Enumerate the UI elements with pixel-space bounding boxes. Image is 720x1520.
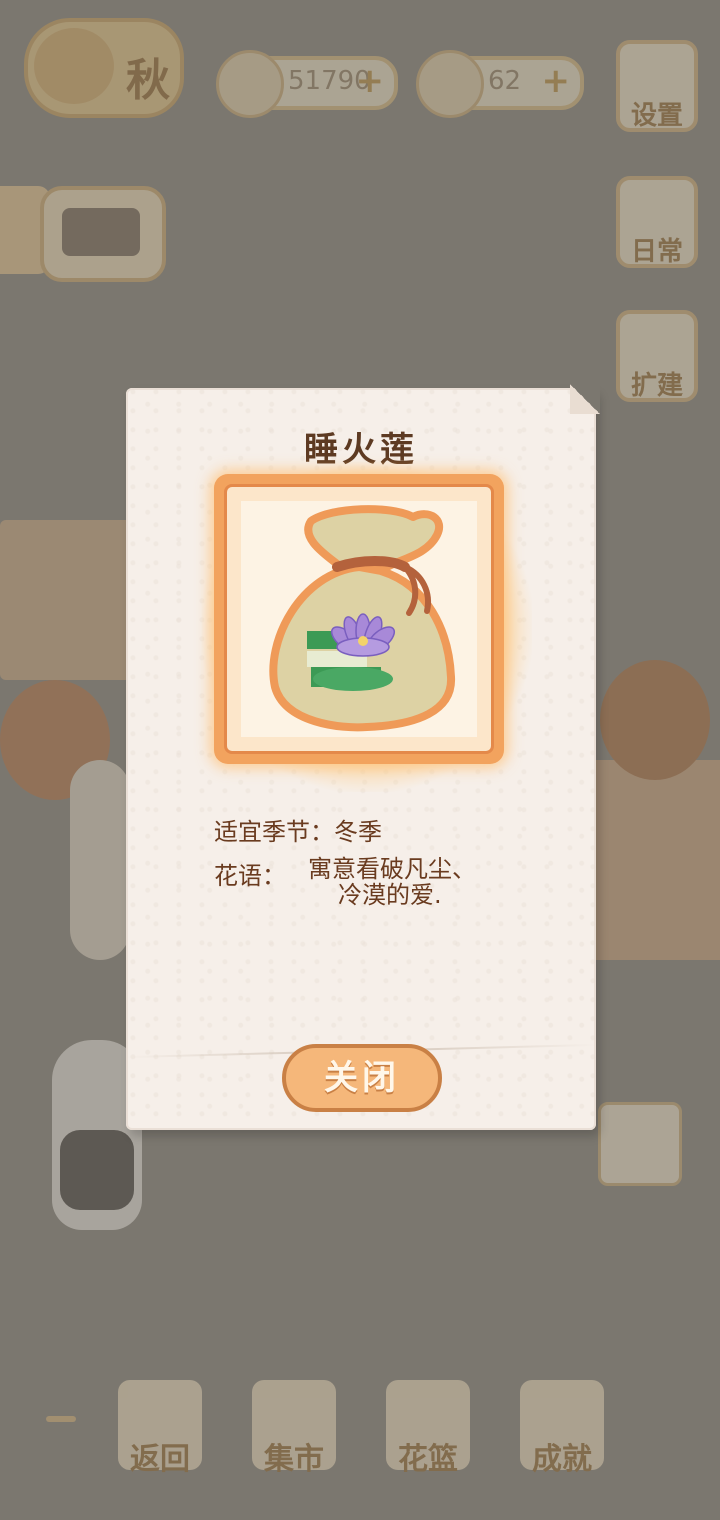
- flower-language-text: 寓意看破凡尘、 冷漠的爱.: [308, 856, 548, 908]
- suitable-season: 适宜季节：冬季: [214, 818, 382, 846]
- add-cheese-button[interactable]: +: [542, 64, 571, 98]
- currency-cheese-value: 62: [488, 66, 522, 96]
- add-fish-button[interactable]: +: [356, 64, 385, 98]
- expand-button[interactable]: 扩建: [616, 310, 698, 402]
- mouse-character: [70, 760, 130, 960]
- nav-back-label: 返回: [130, 1442, 190, 1477]
- frame-inner: [224, 484, 494, 754]
- expand-label: 扩建: [630, 371, 683, 401]
- season-badge[interactable]: 秋: [24, 18, 184, 118]
- fish-bone-icon: [216, 50, 284, 118]
- nav-market-label: 集市: [264, 1442, 324, 1477]
- paper-curl: [570, 384, 600, 414]
- seed-bag-image: [241, 501, 477, 737]
- nav-achievement[interactable]: 成就: [520, 1380, 604, 1477]
- flower-info-dialog: 睡火莲 适宜季节：冬季 花语： 寓意看破凡尘、 冷漠的爱. 关闭: [126, 384, 600, 1130]
- currency-cheese[interactable]: 62 +: [416, 50, 584, 118]
- nav-flower-basket-label: 花篮: [398, 1442, 458, 1477]
- cat-suit: [60, 1130, 134, 1210]
- daily-label: 日常: [630, 237, 683, 267]
- nav-collapse-handle[interactable]: [46, 1416, 76, 1422]
- cheese-icon: [416, 50, 484, 118]
- nav-achievement-label: 成就: [532, 1442, 592, 1477]
- settings-label: 设置: [630, 101, 683, 131]
- briefcase-icon: [62, 208, 140, 256]
- seed-bag-icon: [269, 505, 456, 732]
- flower-language-line2: 冷漠的爱.: [338, 881, 442, 909]
- currency-fish[interactable]: 51790 +: [216, 50, 398, 118]
- bottom-nav: 返回 集市 花篮 成就: [0, 1370, 720, 1480]
- flower-language-line1: 寓意看破凡尘、: [308, 855, 476, 883]
- map-button[interactable]: [598, 1102, 682, 1186]
- scene-house-right: [590, 760, 720, 960]
- flower-language-label: 花语：: [214, 862, 286, 890]
- bag-button[interactable]: [40, 186, 166, 282]
- nav-back[interactable]: 返回: [118, 1380, 202, 1477]
- scene-tree-right: [600, 660, 710, 780]
- nav-market[interactable]: 集市: [252, 1380, 336, 1477]
- daily-button[interactable]: 日常: [616, 176, 698, 268]
- nav-flower-basket[interactable]: 花篮: [386, 1380, 470, 1477]
- tree-icon: [34, 28, 114, 104]
- close-button[interactable]: 关闭: [282, 1044, 442, 1112]
- season-label: 秋: [126, 55, 170, 106]
- seed-bag-frame: [214, 474, 504, 764]
- settings-button[interactable]: 设置: [616, 40, 698, 132]
